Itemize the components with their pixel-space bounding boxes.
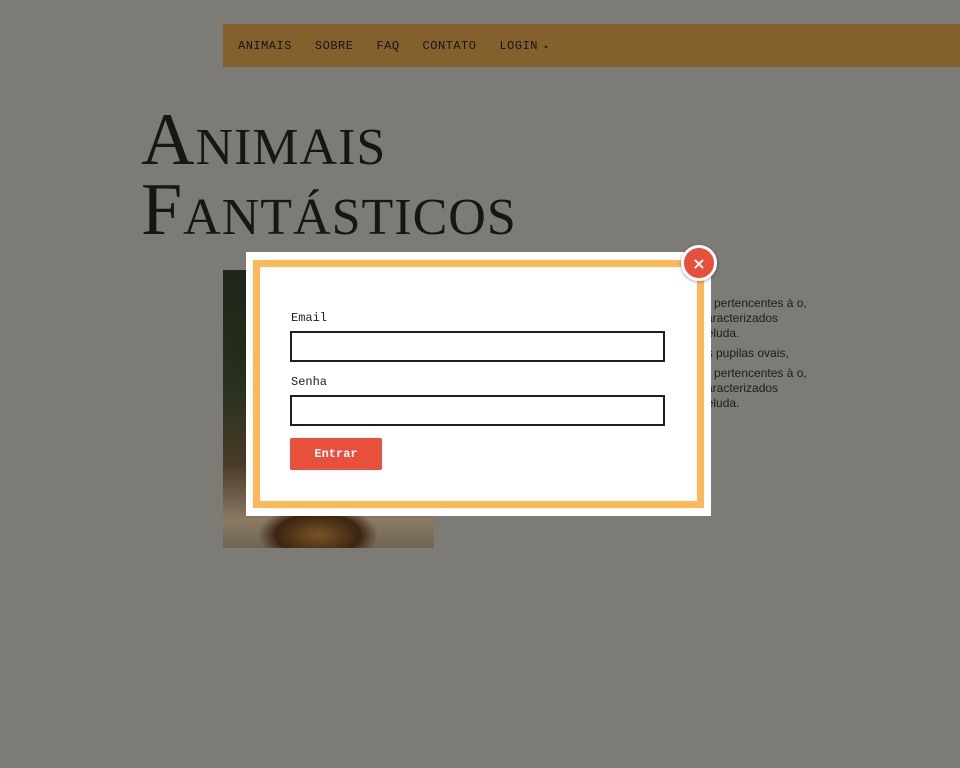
- nav-menu: ANIMAIS SOBRE FAQ CONTATO LOGIN ▸: [223, 24, 960, 67]
- description-paragraph-3: pertencentes à o, caracterizados peluda.: [700, 366, 807, 410]
- triangle-right-icon: ▸: [543, 42, 550, 52]
- page-title-line-2: Fantásticos: [141, 169, 517, 251]
- password-label: Senha: [291, 375, 328, 389]
- email-field[interactable]: [290, 331, 665, 362]
- login-submit-button[interactable]: Entrar: [290, 438, 382, 470]
- top-navigation: ANIMAIS SOBRE FAQ CONTATO LOGIN ▸: [223, 24, 960, 67]
- close-modal-button[interactable]: ×: [681, 245, 717, 281]
- nav-item-login[interactable]: LOGIN ▸: [499, 39, 549, 53]
- password-field[interactable]: [290, 395, 665, 426]
- nav-item-sobre[interactable]: SOBRE: [315, 39, 354, 53]
- description-paragraph-2: as pupilas ovais,: [700, 346, 789, 360]
- page-title: Animais Fantásticos: [141, 99, 517, 251]
- nav-item-faq[interactable]: FAQ: [376, 39, 399, 53]
- nav-item-animais[interactable]: ANIMAIS: [238, 39, 292, 53]
- close-icon: ×: [692, 253, 706, 273]
- email-label: Email: [291, 311, 328, 325]
- nav-item-contato[interactable]: CONTATO: [423, 39, 477, 53]
- description-paragraph-1: pertencentes à o, caracterizados peluda.: [700, 296, 807, 340]
- login-label: LOGIN: [499, 38, 538, 53]
- page-title-line-1: Animais: [141, 99, 387, 181]
- animal-description: pertencentes à o, caracterizados peluda.…: [700, 296, 810, 416]
